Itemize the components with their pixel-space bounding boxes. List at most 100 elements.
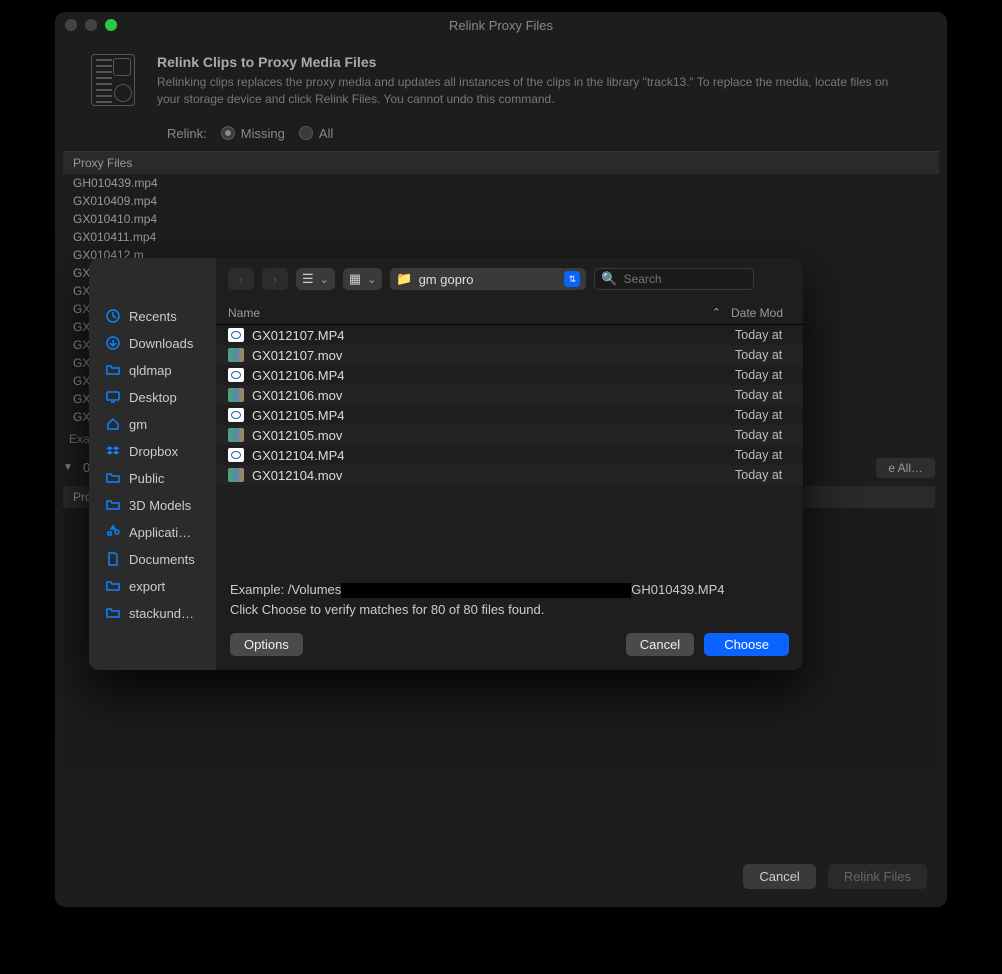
- radio-dot-icon: [221, 126, 235, 140]
- view-grid-button[interactable]: ▦⌄: [343, 268, 383, 290]
- grid-icon: ▦: [349, 271, 361, 287]
- file-row[interactable]: GX012104.movToday at: [216, 465, 803, 485]
- radio-all[interactable]: All: [299, 126, 333, 141]
- file-date: Today at: [735, 348, 791, 362]
- sidebar-item-label: Applicati…: [129, 525, 191, 540]
- file-row[interactable]: GX012106.movToday at: [216, 385, 803, 405]
- sidebar-item-3dmodels[interactable]: 3D Models: [101, 495, 216, 515]
- file-type-icon: [228, 468, 244, 482]
- locate-all-button[interactable]: e All…: [876, 458, 935, 478]
- folder-icon: [105, 605, 121, 621]
- file-row[interactable]: GX012104.MP4Today at: [216, 445, 803, 465]
- file-name: GX012105.mov: [252, 428, 735, 443]
- path-crumb[interactable]: 📁 gm gopro ⇅: [390, 268, 586, 290]
- click-choose-text: Click Choose to verify matches for 80 of…: [230, 600, 789, 620]
- desktop-icon: [105, 389, 121, 405]
- folder-icon: 📁: [396, 271, 412, 287]
- file-name: GX012106.MP4: [252, 368, 735, 383]
- file-date: Today at: [735, 408, 791, 422]
- file-name: GX012106.mov: [252, 388, 735, 403]
- crumb-label: gm gopro: [419, 272, 474, 287]
- updown-icon: ⇅: [564, 271, 580, 287]
- sidebar-item-public[interactable]: Public: [101, 468, 216, 488]
- file-type-icon: [228, 348, 244, 362]
- file-row[interactable]: GX012105.movToday at: [216, 425, 803, 445]
- picker-choose-button[interactable]: Choose: [704, 633, 789, 656]
- chevron-left-icon: ‹: [239, 272, 243, 287]
- folder-icon: [105, 578, 121, 594]
- file-row[interactable]: GX012105.MP4Today at: [216, 405, 803, 425]
- sidebar-item-desktop[interactable]: Desktop: [101, 387, 216, 407]
- titlebar: Relink Proxy Files: [55, 12, 947, 38]
- file-date: Today at: [735, 388, 791, 402]
- picker-cancel-button[interactable]: Cancel: [626, 633, 694, 656]
- view-list-button[interactable]: ☰⌄: [296, 268, 335, 290]
- file-name: GX012104.MP4: [252, 448, 735, 463]
- proxy-file-row[interactable]: GX010409.mp4: [63, 192, 939, 210]
- radio-all-label: All: [319, 126, 333, 141]
- sidebar-item-recents[interactable]: Recents: [101, 306, 216, 326]
- file-type-icon: [228, 388, 244, 402]
- sidebar-item-label: Dropbox: [129, 444, 178, 459]
- sidebar-item-dropbox[interactable]: Dropbox: [101, 441, 216, 461]
- doc-icon: [105, 551, 121, 567]
- clock-icon: [105, 308, 121, 324]
- file-date: Today at: [735, 448, 791, 462]
- sidebar: Recents Downloads qldmap Desktop gm Dropbox Pu…: [89, 258, 216, 670]
- sidebar-item-label: Downloads: [129, 336, 193, 351]
- sidebar-item-label: Recents: [129, 309, 177, 324]
- sidebar-item-downloads[interactable]: Downloads: [101, 333, 216, 353]
- disclosure-triangle-icon[interactable]: ▼: [63, 462, 73, 473]
- example-prefix: Example: /Volumes: [230, 582, 341, 597]
- sidebar-item-gm[interactable]: gm: [101, 414, 216, 434]
- cancel-button[interactable]: Cancel: [743, 864, 815, 889]
- sidebar-item-label: Documents: [129, 552, 195, 567]
- sheet-info: Example: /Volumes GH010439.MP4 Click Choo…: [216, 570, 803, 623]
- radio-missing[interactable]: Missing: [221, 126, 285, 141]
- sidebar-item-label: Public: [129, 471, 164, 486]
- sidebar-item-applicati[interactable]: Applicati…: [101, 522, 216, 542]
- file-type-icon: [228, 428, 244, 442]
- file-date: Today at: [735, 368, 791, 382]
- sidebar-item-label: export: [129, 579, 165, 594]
- sidebar-item-label: stackund…: [129, 606, 194, 621]
- chevron-down-icon: ⌄: [320, 273, 329, 286]
- nav-forward-button[interactable]: ›: [262, 268, 288, 290]
- header: Relink Clips to Proxy Media Files Relink…: [55, 38, 947, 114]
- file-row[interactable]: GX012106.MP4Today at: [216, 365, 803, 385]
- home-icon: [105, 416, 121, 432]
- sort-chevron-icon: ⌃: [712, 306, 721, 319]
- radio-missing-label: Missing: [241, 126, 285, 141]
- sidebar-item-label: gm: [129, 417, 147, 432]
- file-area[interactable]: GX012107.MP4Today atGX012107.movToday at…: [216, 325, 803, 570]
- file-name: GX012107.mov: [252, 348, 735, 363]
- sidebar-item-stackund[interactable]: stackund…: [101, 603, 216, 623]
- file-row[interactable]: GX012107.movToday at: [216, 345, 803, 365]
- example-suffix: GH010439.MP4: [631, 582, 724, 597]
- download-icon: [105, 335, 121, 351]
- file-date: Today at: [735, 428, 791, 442]
- sidebar-item-qldmap[interactable]: qldmap: [101, 360, 216, 380]
- search-field[interactable]: 🔍: [594, 268, 754, 290]
- sidebar-item-export[interactable]: export: [101, 576, 216, 596]
- col-date[interactable]: Date Mod: [731, 306, 791, 320]
- relink-label: Relink:: [167, 126, 207, 141]
- file-picker-sheet: Recents Downloads qldmap Desktop gm Dropbox Pu…: [89, 258, 803, 670]
- file-type-icon: [228, 368, 244, 382]
- search-input[interactable]: [624, 272, 748, 286]
- proxy-file-row[interactable]: GX010411.mp4: [63, 228, 939, 246]
- header-description: Relinking clips replaces the proxy media…: [157, 74, 897, 108]
- file-row[interactable]: GX012107.MP4Today at: [216, 325, 803, 345]
- nav-back-button[interactable]: ‹: [228, 268, 254, 290]
- dropbox-icon: [105, 443, 121, 459]
- file-type-icon: [228, 328, 244, 342]
- file-type-icon: [228, 448, 244, 462]
- col-name[interactable]: Name ⌃: [228, 306, 731, 320]
- sidebar-item-documents[interactable]: Documents: [101, 549, 216, 569]
- file-date: Today at: [735, 468, 791, 482]
- proxy-file-row[interactable]: GX010410.mp4: [63, 210, 939, 228]
- proxy-file-row[interactable]: GH010439.mp4: [63, 174, 939, 192]
- options-button[interactable]: Options: [230, 633, 303, 656]
- chevron-down-icon: ⌄: [367, 273, 376, 286]
- folder-icon: [105, 497, 121, 513]
